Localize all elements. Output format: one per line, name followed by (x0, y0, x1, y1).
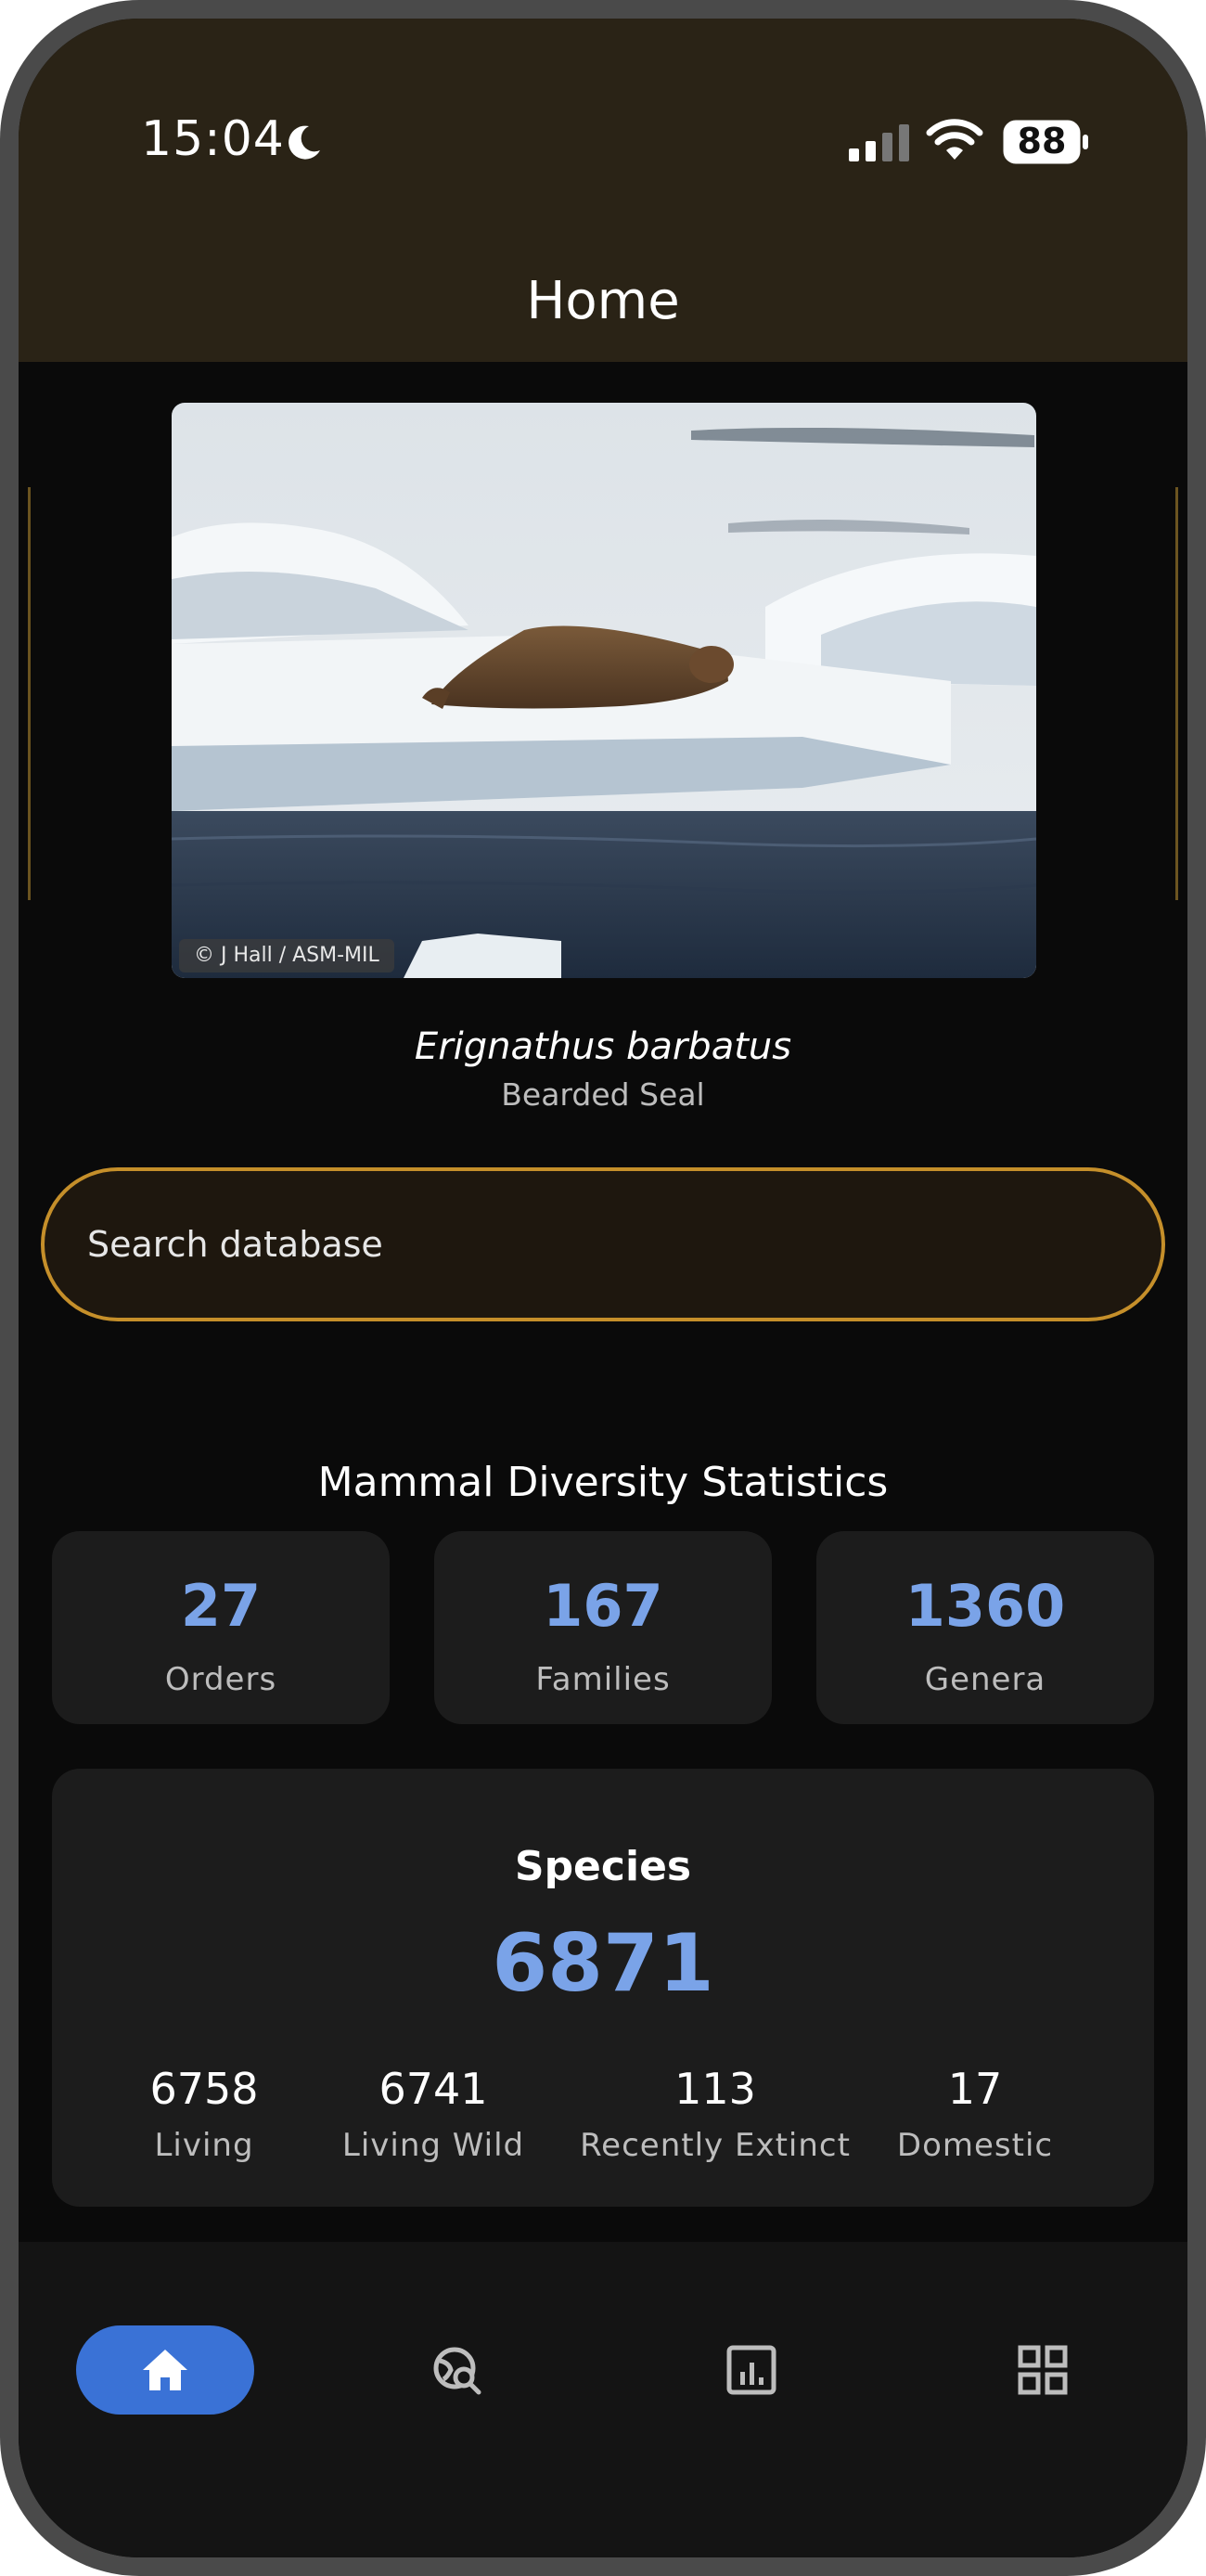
photo-credit: © J Hall / ASM-MIL (179, 939, 394, 972)
phone-frame: 15:04 88 Home © J Hall / ASM-MIL Erignat… (0, 0, 1206, 2576)
search-placeholder: Search database (87, 1224, 383, 1265)
status-time: 15:04 (141, 111, 285, 167)
battery-level: 88 (1017, 121, 1067, 161)
common-name: Bearded Seal (501, 1076, 705, 1113)
species-recently-extinct: 113 Recently Extinct (576, 2064, 854, 2164)
wifi-icon (926, 119, 983, 160)
sub-stat-value: 6741 (378, 2064, 488, 2114)
sub-stat-value: 17 (947, 2064, 1003, 2114)
signal-icon (849, 124, 909, 161)
home-icon (143, 2350, 187, 2390)
species-living: 6758 Living (130, 2064, 278, 2164)
species-domestic: 17 Domestic (882, 2064, 1068, 2164)
chart-icon (726, 2345, 776, 2395)
bottom-navigation (19, 2242, 1187, 2557)
nav-home[interactable] (76, 2325, 254, 2415)
top-app-bar: 15:04 88 Home (19, 19, 1187, 362)
sub-stat-label: Domestic (896, 2127, 1054, 2164)
nav-more[interactable] (954, 2325, 1132, 2415)
stat-value: 27 (180, 1572, 262, 1640)
stat-value: 167 (543, 1572, 663, 1640)
moon-icon (289, 125, 320, 160)
sub-stat-label: Living (154, 2127, 254, 2164)
stats-title: Mammal Diversity Statistics (317, 1459, 889, 1506)
stat-value: 1360 (904, 1572, 1066, 1640)
stat-card-orders: 27 Orders (52, 1531, 390, 1724)
app-screen: 15:04 88 Home © J Hall / ASM-MIL Erignat… (19, 19, 1187, 2557)
species-living-wild: 6741 Living Wild (327, 2064, 540, 2164)
globe-search-icon (433, 2347, 481, 2395)
page-title: Home (526, 271, 680, 331)
stat-card-genera: 1360 Genera (816, 1531, 1154, 1724)
grid-icon (1018, 2345, 1068, 2395)
species-card: Species 6871 6758 Living 6741 Living Wil… (52, 1769, 1154, 2207)
stat-label: Genera (924, 1661, 1046, 1698)
scroll-edge-indicator-left (28, 487, 31, 900)
sub-stat-value: 6758 (149, 2064, 259, 2114)
sub-stat-value: 113 (674, 2064, 756, 2114)
nav-explore[interactable] (369, 2325, 547, 2415)
stat-card-families: 167 Families (434, 1531, 772, 1724)
search-input[interactable]: Search database (41, 1167, 1165, 1321)
species-total: 6871 (492, 1917, 714, 2010)
featured-species-image[interactable]: © J Hall / ASM-MIL (172, 403, 1036, 978)
sub-stat-label: Recently Extinct (580, 2127, 851, 2164)
scroll-edge-indicator-right (1175, 487, 1178, 900)
species-title: Species (514, 1843, 692, 1890)
stat-label: Orders (164, 1661, 277, 1698)
scientific-name: Erignathus barbatus (414, 1025, 792, 1068)
seal-photo (172, 403, 1036, 978)
nav-statistics[interactable] (662, 2325, 840, 2415)
sub-stat-label: Living Wild (341, 2127, 525, 2164)
stat-label: Families (535, 1661, 671, 1698)
